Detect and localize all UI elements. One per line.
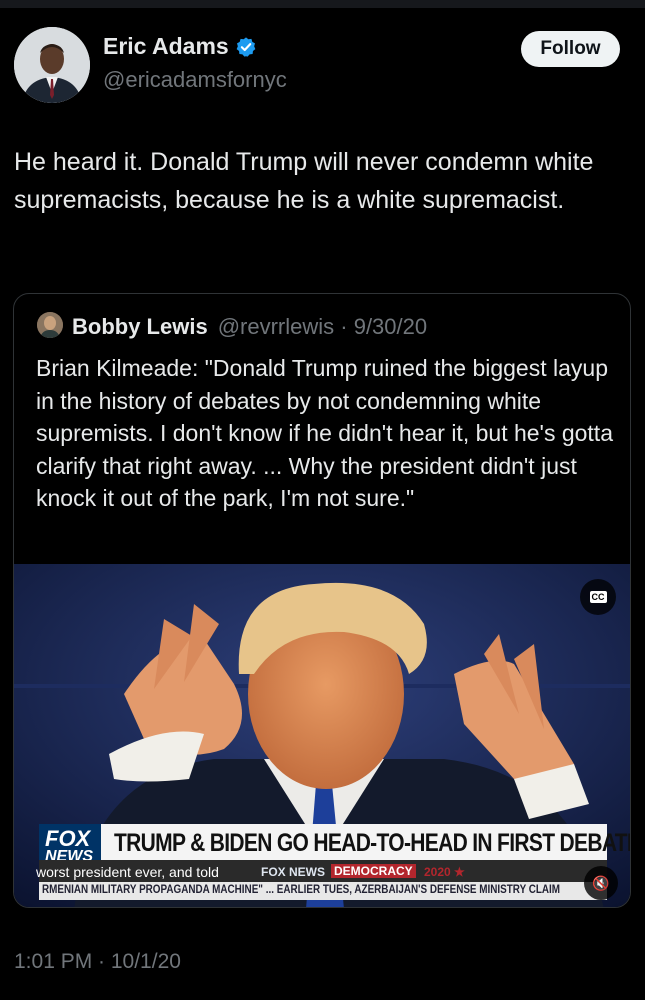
quote-header: Bobby Lewis @revrrlewis · 9/30/20: [72, 314, 427, 340]
verified-badge-icon: [236, 36, 256, 57]
tweet-text: He heard it. Donald Trump will never con…: [14, 148, 594, 214]
chyron-democracy-tag: DEMOCRACY: [331, 864, 416, 878]
author-avatar[interactable]: [14, 27, 90, 103]
author-handle[interactable]: @ericadamsfornyc: [103, 67, 287, 93]
quote-date: 9/30/20: [353, 314, 428, 339]
news-ticker-text: RMENIAN MILITARY PROPAGANDA MACHINE" ...…: [42, 884, 561, 896]
quote-author-name[interactable]: Bobby Lewis: [72, 314, 208, 340]
cc-label: CC: [589, 591, 607, 603]
author-name-row: Eric Adams: [103, 33, 257, 60]
quote-author-avatar[interactable]: [37, 312, 63, 338]
mute-icon: 🔇: [592, 874, 610, 891]
top-bar: [0, 0, 645, 8]
video-player[interactable]: CC FOX NEWS TRUMP & BIDEN GO HEAD-TO-HEA…: [14, 564, 631, 907]
video-caption: worst president ever, and told: [36, 864, 219, 880]
chyron-year: 2020 ★: [424, 865, 465, 879]
quote-handle-text[interactable]: @revrrlewis: [218, 314, 334, 339]
chyron-headline: TRUMP & BIDEN GO HEAD-TO-HEAD IN FIRST D…: [114, 829, 631, 857]
closed-captions-button[interactable]: CC: [580, 579, 616, 615]
follow-button[interactable]: Follow: [521, 31, 620, 67]
mute-button[interactable]: 🔇: [584, 866, 618, 900]
tweet-timestamp[interactable]: 1:01 PM · 10/1/20: [14, 950, 181, 974]
chyron-brand: FOX NEWS: [261, 865, 326, 879]
quote-author-handle: @revrrlewis · 9/30/20: [217, 314, 428, 339]
author-name[interactable]: Eric Adams: [103, 33, 229, 60]
quote-text: Brian Kilmeade: "Donald Trump ruined the…: [36, 355, 613, 511]
quoted-tweet[interactable]: Bobby Lewis @revrrlewis · 9/30/20 Brian …: [13, 293, 631, 908]
